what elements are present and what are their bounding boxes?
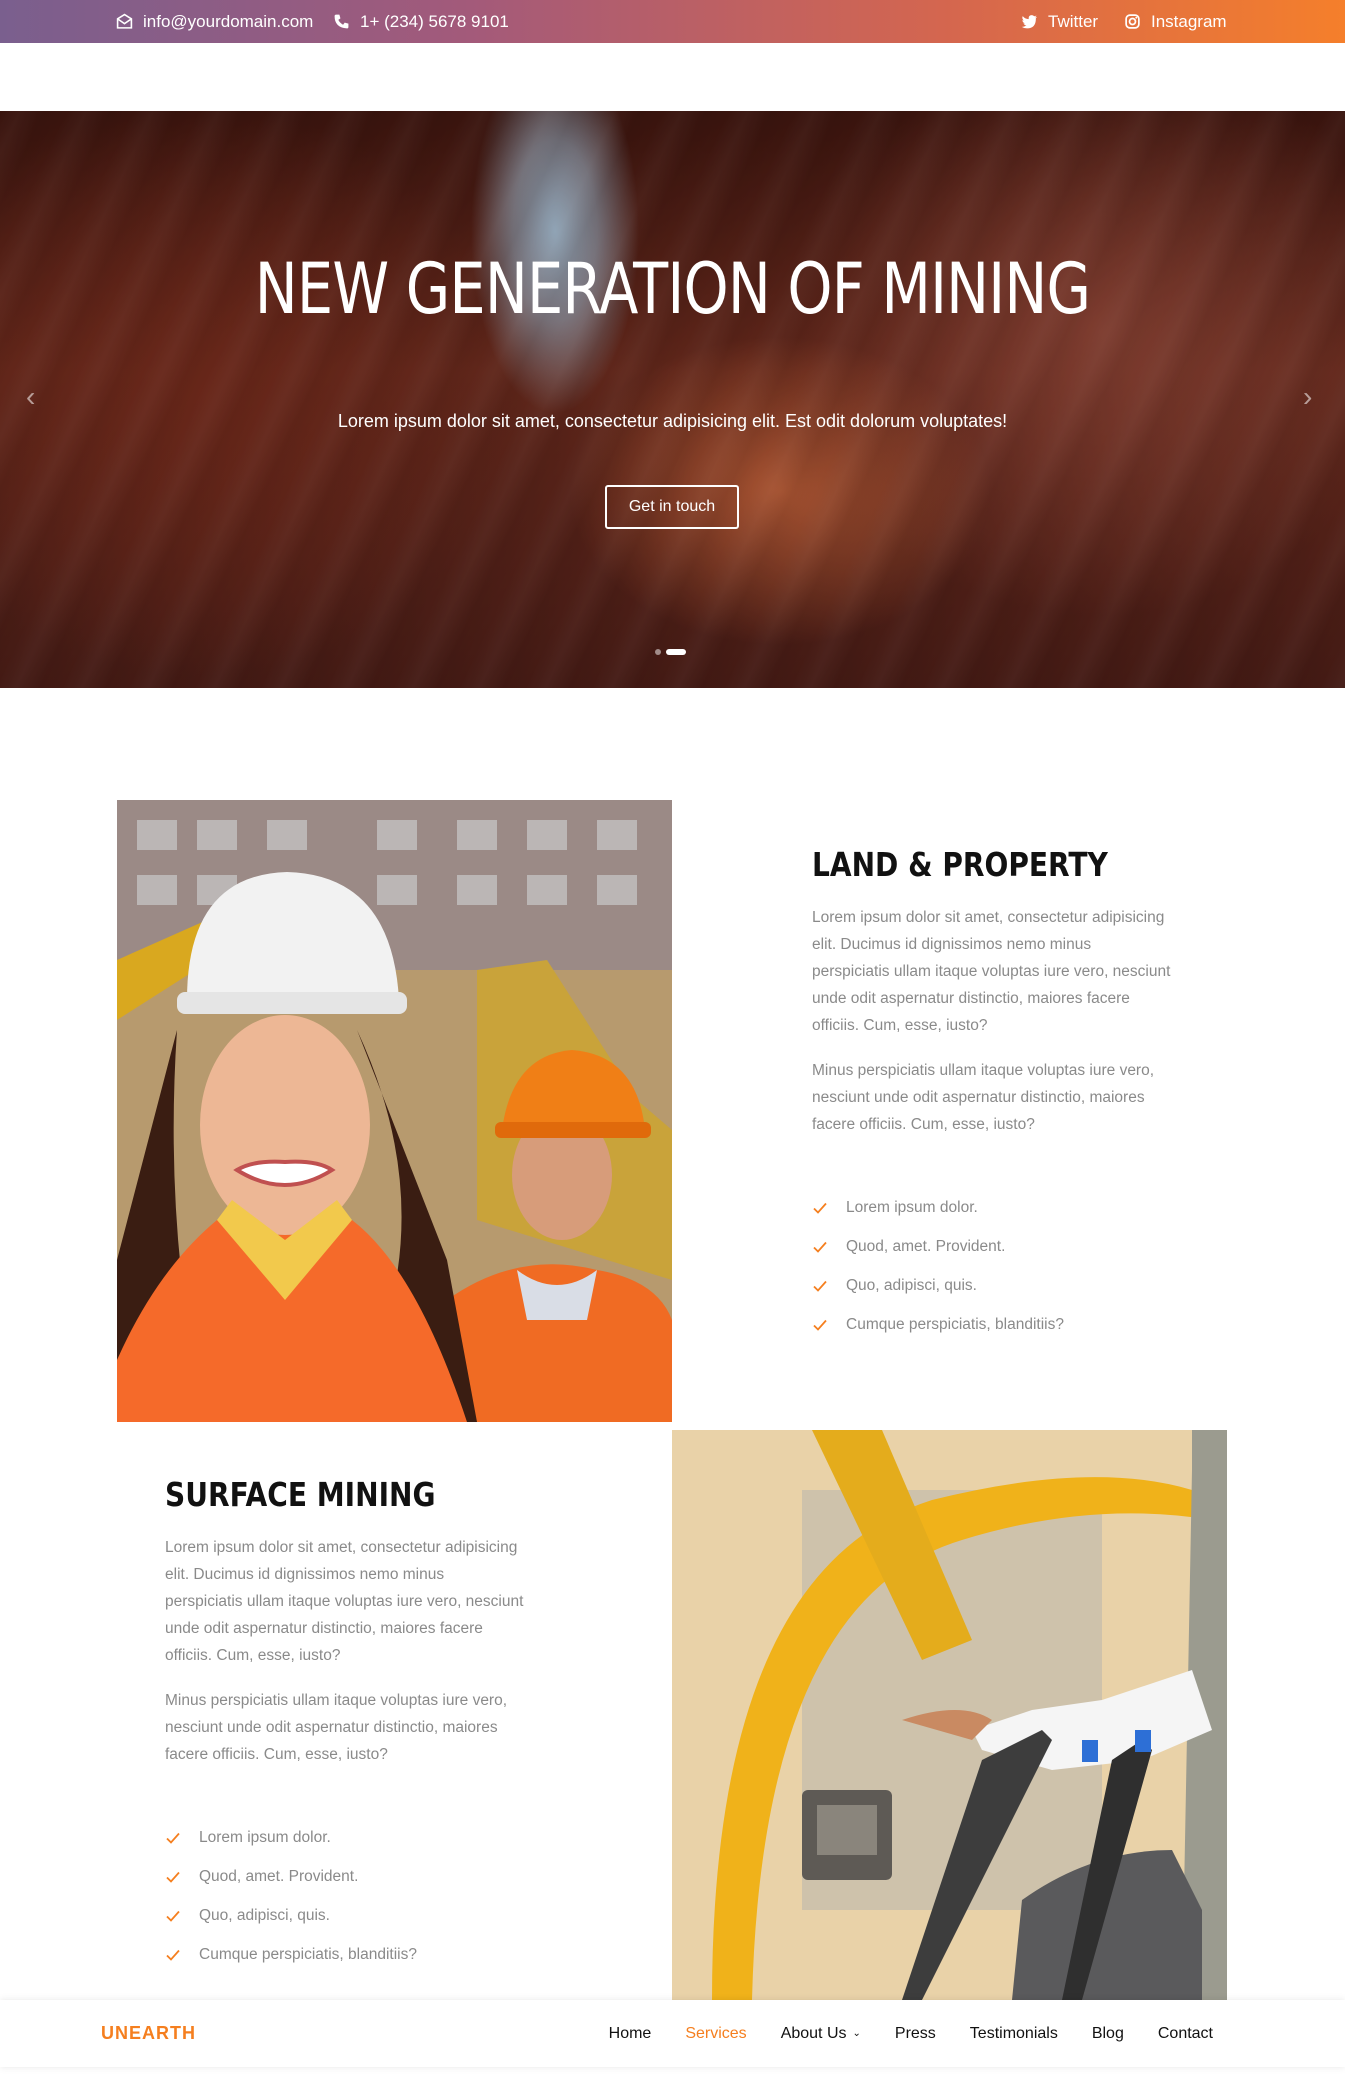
email-text: info@yourdomain.com <box>143 11 314 31</box>
surface-mining-paragraph-1: Lorem ipsum dolor sit amet, consectetur … <box>165 1539 524 1664</box>
instagram-icon <box>1124 13 1141 30</box>
land-property-paragraph-1: Lorem ipsum dolor sit amet, consectetur … <box>812 909 1171 1034</box>
list-item: Quod, amet. Provident. <box>165 1857 525 1896</box>
check-icon <box>813 1241 827 1253</box>
list-item: Quo, adipisci, quis. <box>165 1896 525 1935</box>
check-icon <box>166 1871 180 1883</box>
slider-dot-2[interactable] <box>666 649 686 655</box>
land-property-title: Land & Property <box>812 845 1108 884</box>
list-item-text: Quod, amet. Provident. <box>846 1237 1006 1255</box>
email-contact[interactable]: info@yourdomain.com <box>116 0 313 43</box>
slider-dots <box>655 649 686 655</box>
land-property-paragraph-2: Minus perspiciatis ullam itaque voluptas… <box>812 1062 1155 1133</box>
list-item: Quod, amet. Provident. <box>812 1227 1172 1266</box>
instagram-link[interactable]: Instagram <box>1124 0 1227 43</box>
twitter-icon <box>1021 13 1038 30</box>
list-item: Lorem ipsum dolor. <box>165 1818 525 1857</box>
list-item-text: Lorem ipsum dolor. <box>846 1198 978 1216</box>
list-item-text: Cumque perspiciatis, blanditiis? <box>846 1315 1064 1333</box>
nav-link-about-us-label: About Us <box>780 2024 847 2042</box>
list-item: Cumque perspiciatis, blanditiis? <box>812 1305 1172 1344</box>
hero-title: New Generation of Mining <box>254 248 1091 330</box>
list-item-text: Lorem ipsum dolor. <box>199 1828 331 1846</box>
list-item-text: Quo, adipisci, quis. <box>846 1276 977 1294</box>
list-item-text: Quod, amet. Provident. <box>199 1867 359 1885</box>
list-item-text: Cumque perspiciatis, blanditiis? <box>199 1945 417 1963</box>
twitter-link[interactable]: Twitter <box>1021 0 1098 43</box>
list-item: Cumque perspiciatis, blanditiis? <box>165 1935 525 1974</box>
check-icon <box>813 1202 827 1214</box>
phone-contact[interactable]: 1+ (234) 5678 9101 <box>333 0 509 43</box>
nav-link-services[interactable]: Services <box>685 2025 746 2043</box>
nav-link-press[interactable]: Press <box>895 2025 936 2043</box>
nav-link-blog[interactable]: Blog <box>1092 2025 1124 2043</box>
check-icon <box>813 1319 827 1331</box>
list-item-text: Quo, adipisci, quis. <box>199 1906 330 1924</box>
check-icon <box>166 1949 180 1961</box>
nav-link-about-us[interactable]: About Us ⌄ <box>781 2025 861 2043</box>
surface-mining-list: Lorem ipsum dolor. Quod, amet. Provident… <box>165 1818 525 1974</box>
list-item: Lorem ipsum dolor. <box>812 1188 1172 1227</box>
slider-dot-1[interactable] <box>655 649 661 655</box>
nav-link-home[interactable]: Home <box>609 2025 652 2043</box>
hero-slider: ‹ › New Generation of Mining Lorem ipsum… <box>0 111 1345 688</box>
excavator-illustration <box>672 1430 1227 2000</box>
workers-photo <box>117 800 672 1422</box>
instagram-label: Instagram <box>1151 11 1227 31</box>
envelope-icon <box>116 13 133 30</box>
excavator-photo <box>672 1430 1227 2000</box>
check-icon <box>166 1910 180 1922</box>
chevron-down-icon: ⌄ <box>852 2027 861 2039</box>
hero-subtitle: Lorem ipsum dolor sit amet, consectetur … <box>337 411 1008 431</box>
surface-mining-title: Surface Mining <box>165 1475 436 1514</box>
chevron-right-icon[interactable]: › <box>1303 381 1312 413</box>
get-in-touch-button[interactable]: Get in touch <box>605 485 739 529</box>
main-navigation: UNEARTH Home Services About Us ⌄ Press Te… <box>0 2000 1345 2067</box>
twitter-label: Twitter <box>1048 11 1099 31</box>
list-item: Quo, adipisci, quis. <box>812 1266 1172 1305</box>
surface-mining-section: Surface Mining Lorem ipsum dolor sit ame… <box>165 1475 525 1974</box>
phone-text: 1+ (234) 5678 9101 <box>360 11 509 31</box>
land-property-list: Lorem ipsum dolor. Quod, amet. Provident… <box>812 1188 1172 1344</box>
land-property-section: Land & Property Lorem ipsum dolor sit am… <box>812 845 1172 1344</box>
phone-icon <box>333 13 350 30</box>
nav-link-contact[interactable]: Contact <box>1158 2025 1213 2043</box>
site-logo[interactable]: UNEARTH <box>101 2000 196 2067</box>
workers-illustration <box>117 800 672 1422</box>
nav-link-testimonials[interactable]: Testimonials <box>970 2025 1058 2043</box>
surface-mining-paragraph-2: Minus perspiciatis ullam itaque voluptas… <box>165 1692 508 1763</box>
chevron-left-icon[interactable]: ‹ <box>26 381 35 413</box>
check-icon <box>166 1832 180 1844</box>
check-icon <box>813 1280 827 1292</box>
top-contact-bar: info@yourdomain.com 1+ (234) 5678 9101 T… <box>0 0 1345 43</box>
nav-links: Home Services About Us ⌄ Press Testimonia… <box>609 2000 1213 2067</box>
